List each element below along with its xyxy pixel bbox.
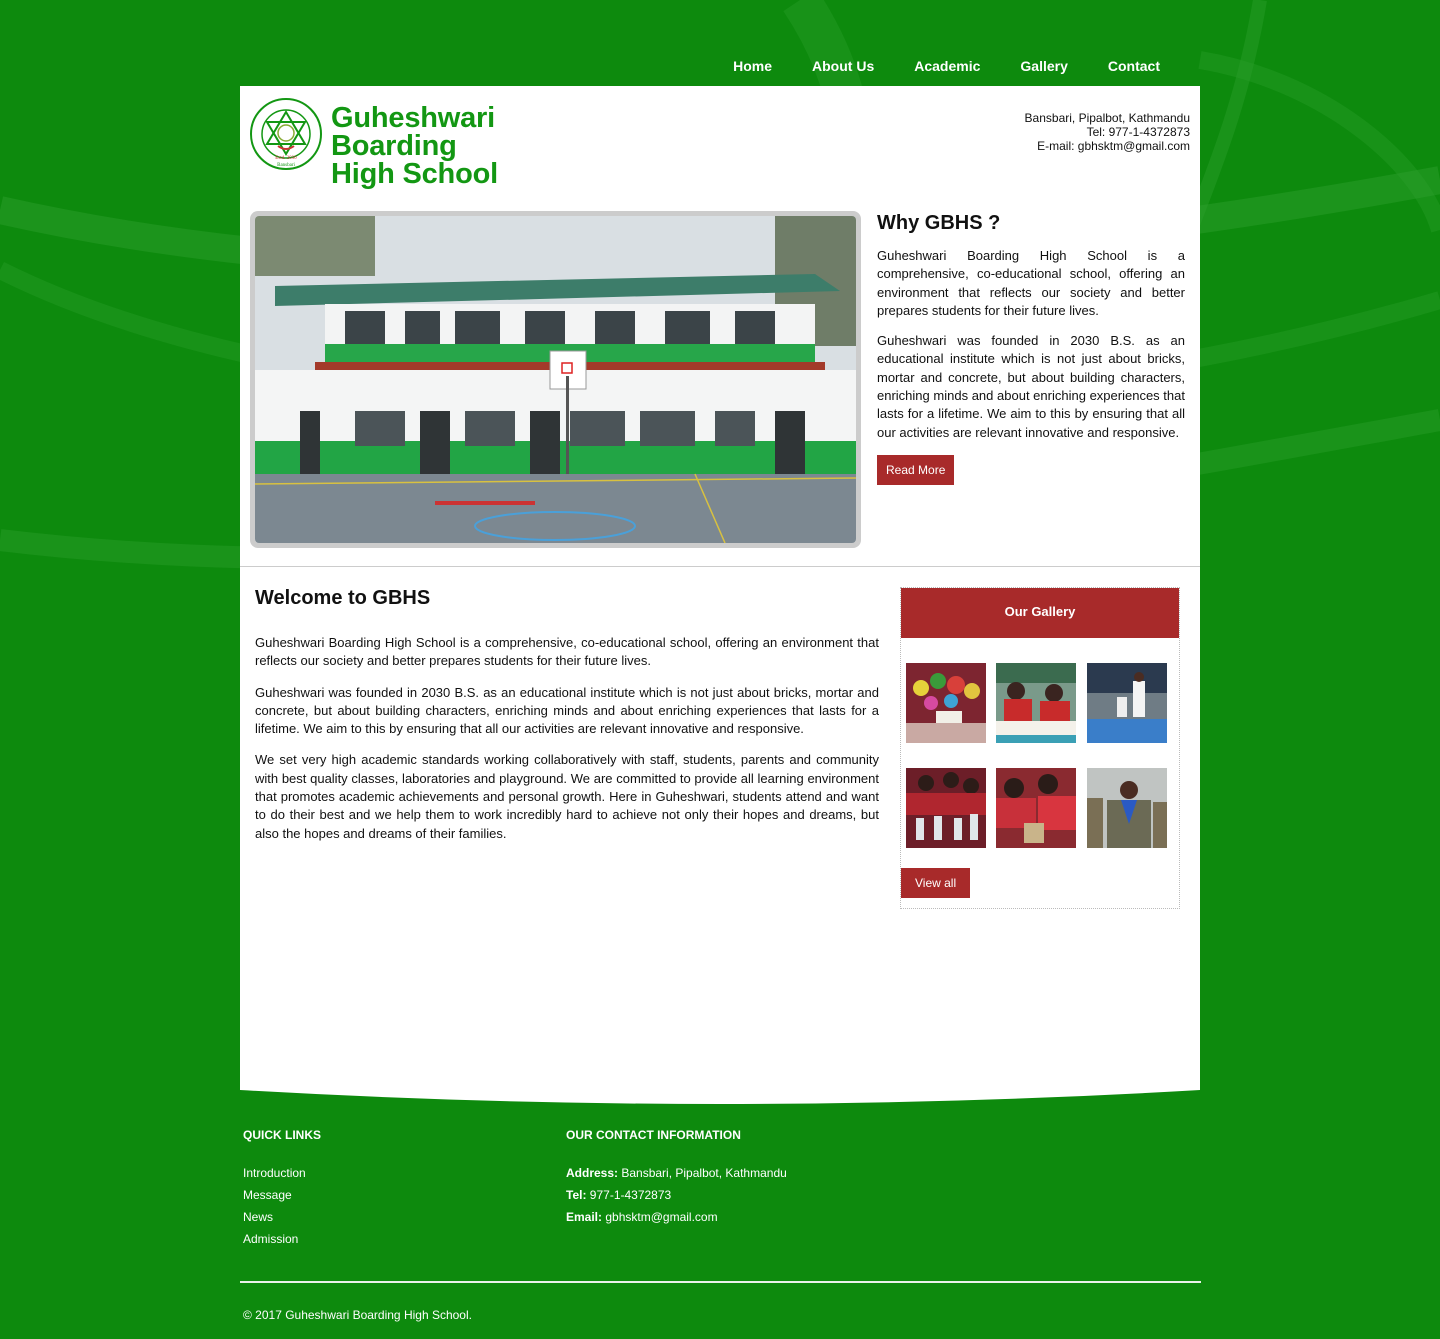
contact-info-title: OUR CONTACT INFORMATION [566,1128,741,1142]
hero-school-building-image [255,216,856,543]
logo-line-1: Guheshwari Boarding [331,102,495,162]
gallery-box: Our Gallery View all [900,587,1180,909]
footer-link-admission[interactable]: Admission [243,1228,306,1250]
nav-about-us[interactable]: About Us [812,58,874,74]
footer-email: Email: gbhsktm@gmail.com [566,1206,787,1228]
contact-info-list: Address: Bansbari, Pipalbot, Kathmandu T… [566,1162,787,1228]
footer-curve-decoration [240,1084,1200,1104]
welcome-paragraph-3: We set very high academic standards work… [255,752,879,841]
why-paragraph-2: Guheshwari was founded in 2030 B.S. as a… [877,333,1185,440]
nav-academic[interactable]: Academic [914,58,980,74]
nav-home[interactable]: Home [733,58,772,74]
hero-image-frame [250,211,861,548]
gallery-thumb-experiment[interactable] [996,768,1076,848]
quick-links-title: QUICK LINKS [243,1128,321,1142]
header-email: E-mail: gbhsktm@gmail.com [1037,139,1190,153]
gallery-title: Our Gallery [901,588,1179,638]
footer-tel: Tel: 977-1-4372873 [566,1184,787,1206]
footer-email-label: Email: [566,1210,603,1224]
welcome-paragraph-1: Guheshwari Boarding High School is a com… [255,635,879,669]
gallery-thumb-classroom[interactable] [996,663,1076,743]
welcome-section: Welcome to GBHS Guheshwari Boarding High… [255,586,879,843]
svg-text:Bansbari: Bansbari [277,163,295,168]
footer-address: Address: Bansbari, Pipalbot, Kathmandu [566,1162,787,1184]
gallery-thumb-scouts[interactable] [1087,768,1167,848]
why-title: Why GBHS ? [877,212,1001,234]
footer-address-value: Bansbari, Pipalbot, Kathmandu [621,1166,787,1180]
read-more-button[interactable]: Read More [877,454,955,485]
main-nav: Home About Us Academic Gallery Contact [693,58,1180,74]
footer-email-value[interactable]: gbhsktm@gmail.com [605,1210,717,1224]
footer-link-introduction[interactable]: Introduction [243,1162,306,1184]
footer-tel-label: Tel: [566,1188,587,1202]
school-seal-icon: Bansbari Estd. 2030 [250,98,322,170]
section-divider [240,566,1200,567]
content-panel: Bansbari Estd. 2030 Guheshwari Boarding … [240,86,1200,1086]
header-contact: Bansbari, Pipalbot, Kathmandu Tel: 977-1… [1025,111,1190,153]
nav-contact[interactable]: Contact [1108,58,1160,74]
gallery-thumb-science-lab[interactable] [906,768,986,848]
header-tel: Tel: 977-1-4372873 [1086,125,1190,139]
header-address: Bansbari, Pipalbot, Kathmandu [1024,111,1190,125]
welcome-title: Welcome to GBHS [255,587,431,609]
why-section: Why GBHS ? Guheshwari Boarding High Scho… [877,211,1185,485]
footer-tel-value: 977-1-4372873 [589,1188,672,1202]
why-paragraph-1: Guheshwari Boarding High School is a com… [877,248,1185,318]
logo-title: Guheshwari Boarding High School [331,102,628,190]
site-logo[interactable]: Bansbari Estd. 2030 Guheshwari Boarding … [248,96,628,189]
welcome-paragraph-2: Guheshwari was founded in 2030 B.S. as a… [255,684,879,737]
footer-link-message[interactable]: Message [243,1184,306,1206]
nav-gallery[interactable]: Gallery [1020,58,1067,74]
svg-text:Estd. 2030: Estd. 2030 [275,156,297,161]
footer-address-label: Address: [566,1166,619,1180]
gallery-thumb-flowers[interactable] [906,663,986,743]
quick-links-list: Introduction Message News Admission [243,1162,306,1250]
footer-link-news[interactable]: News [243,1206,306,1228]
copyright-text: © 2017 Guheshwari Boarding High School. [243,1308,472,1322]
logo-line-2: High School [331,158,498,190]
view-all-button[interactable]: View all [901,868,971,898]
gallery-thumb-karate[interactable] [1087,663,1167,743]
footer-divider [240,1281,1201,1283]
